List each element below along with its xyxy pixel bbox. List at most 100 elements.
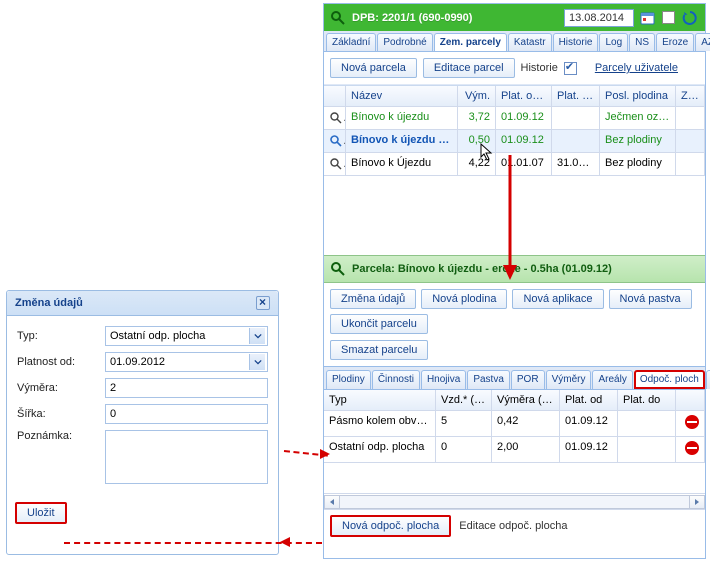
itab-arealy[interactable]: Areály [592,370,632,389]
cell-typ: Pásmo kolem obvod… [324,411,436,437]
historie-checkbox[interactable] [564,62,577,75]
parcela-tab-row: Plodiny Činnosti Hnojiva Pastva POR Výmě… [324,366,705,390]
col-plat-od[interactable]: Plat. od [496,86,552,107]
tab-historie[interactable]: Historie [553,33,599,51]
cell-do [552,107,600,130]
header-date-input[interactable] [564,9,634,27]
select-typ-value: Ostatní odp. plocha [110,330,205,342]
historie-label: Historie [521,62,558,74]
itab-cinnosti[interactable]: Činnosti [372,370,420,389]
tab-katastr[interactable]: Katastr [508,33,552,51]
delete-row-icon[interactable] [685,441,699,455]
itab-odpoc-ploch[interactable]: Odpoč. ploch [634,370,705,389]
cell-plod: Bez plodiny [600,130,676,153]
cell-do [618,411,676,437]
cell-do: 31.08.12 [552,153,600,176]
table-row[interactable]: Bínovo k újezdu 3,72 01.09.12 Ječmen ozi… [324,107,705,130]
itab-hnojiva[interactable]: Hnojiva [421,370,466,389]
dialog-zmena-udaju: Změna údajů Typ: Ostatní odp. plocha Pla… [6,290,279,555]
scroll-track[interactable] [340,495,689,509]
grid2-header: Typ Vzd.* (m) Výměra (ha) Plat. od Plat.… [324,390,705,411]
cell-vzd: 5 [436,411,492,437]
calendar-dd-icon[interactable] [249,354,265,370]
label-sirka: Šířka: [17,408,105,420]
ukoncit-parcelu-button[interactable]: Ukončit parcelu [330,314,428,334]
g2-col-od[interactable]: Plat. od [560,390,618,411]
sort-desc-icon [543,90,551,102]
table-row[interactable]: Bínovo k újezdu - eroze 0,50 01.09.12 Be… [324,130,705,153]
dialog-titlebar[interactable]: Změna údajů [7,291,278,316]
tab-azzp[interactable]: AZZP [695,33,710,51]
cell-plod: Bez plodiny [600,153,676,176]
textarea-poznamka[interactable] [105,430,268,484]
top-tab-row: Základní Podrobné Zem. parcely Katastr H… [324,31,705,52]
g2-col-typ[interactable]: Typ [324,390,436,411]
table-row[interactable]: Pásmo kolem obvod… 5 0,42 01.09.12 [324,411,705,437]
date-plat-od[interactable]: 01.09.2012 [105,352,268,372]
save-button[interactable]: Uložit [15,502,67,524]
itab-plodiny[interactable]: Plodiny [326,370,371,389]
select-typ[interactable]: Ostatní odp. plocha [105,326,268,346]
g2-col-vzd[interactable]: Vzd.* (m) [436,390,492,411]
col-vym[interactable]: Vým. [458,86,496,107]
nova-odpoc-plocha-button[interactable]: Nová odpoč. plocha [330,515,451,537]
calendar-icon[interactable] [640,10,656,26]
tab-zem-parcely[interactable]: Zem. parcely [434,33,507,51]
cell-vym: 0,42 [492,411,560,437]
close-icon[interactable] [256,296,270,310]
col-zakr[interactable]: Zákr. [676,86,705,107]
magnifier-icon[interactable] [329,111,343,125]
parcela-title: Parcela: Bínovo k újezdu - eroze - 0.5ha… [352,263,612,275]
col-nazev[interactable]: Název [346,86,458,107]
itab-ns[interactable]: NS [706,370,710,389]
magnifier-icon[interactable] [329,157,343,171]
delete-row-icon[interactable] [685,415,699,429]
label-plat-od: Platnost od: [17,356,105,368]
itab-por[interactable]: POR [511,370,545,389]
col-plat-od-text: Plat. od [501,90,543,102]
input-sirka[interactable] [105,404,268,424]
tab-podrobne[interactable]: Podrobné [377,33,432,51]
nova-plodina-button[interactable]: Nová plodina [421,289,507,309]
cell-nazev: Bínovo k újezdu - eroze [346,130,458,153]
itab-pastva[interactable]: Pastva [467,370,510,389]
input-vymera[interactable] [105,378,268,398]
nova-pastva-button[interactable]: Nová pastva [609,289,692,309]
magnifier-icon[interactable] [329,134,343,148]
editace-parcel-button[interactable]: Editace parcel [423,58,515,78]
cell-do [552,130,600,153]
g2-col-vym[interactable]: Výměra (ha) [492,390,560,411]
annotation-arrow-head-icon [280,537,290,547]
tab-zakladni[interactable]: Základní [326,33,376,51]
col-plodina[interactable]: Posl. plodina [600,86,676,107]
table-row[interactable]: Ostatní odp. plocha 0 2,00 01.09.12 [324,437,705,463]
header-checkbox[interactable] [662,11,675,24]
smazat-parcelu-button[interactable]: Smazat parcelu [330,340,428,360]
cell-vzd: 0 [436,437,492,463]
cell-vym: 2,00 [492,437,560,463]
tab-log[interactable]: Log [599,33,628,51]
tab-ns[interactable]: NS [629,33,655,51]
nova-aplikace-button[interactable]: Nová aplikace [512,289,603,309]
scroll-right-icon[interactable] [689,495,705,509]
panel-header: DPB: 2201/1 (690-0990) [324,4,705,31]
horizontal-scrollbar[interactable] [324,493,705,509]
tab-eroze[interactable]: Eroze [656,33,694,51]
parcely-uzivatele-link[interactable]: Parcely uživatele [595,62,678,74]
panel-title: DPB: 2201/1 (690-0990) [352,12,472,24]
label-typ: Typ: [17,330,105,342]
scroll-left-icon[interactable] [324,495,340,509]
itab-vymery[interactable]: Výměry [546,370,592,389]
refresh-icon[interactable] [681,9,699,27]
annotation-arrow-head-icon [320,449,330,459]
mouse-cursor-icon [480,143,494,161]
g2-col-do[interactable]: Plat. do [618,390,676,411]
nova-parcela-button[interactable]: Nová parcela [330,58,417,78]
chevron-down-icon[interactable] [249,328,265,344]
cell-od: 01.09.12 [496,107,552,130]
editace-odpoc-label[interactable]: Editace odpoč. plocha [459,520,567,532]
annotation-arrow-down-icon [500,155,520,282]
grid1-header: Název Vým. Plat. od Plat. do Posl. plodi… [324,85,705,107]
col-plat-do[interactable]: Plat. do [552,86,600,107]
zmena-udaju-button[interactable]: Změna údajů [330,289,416,309]
